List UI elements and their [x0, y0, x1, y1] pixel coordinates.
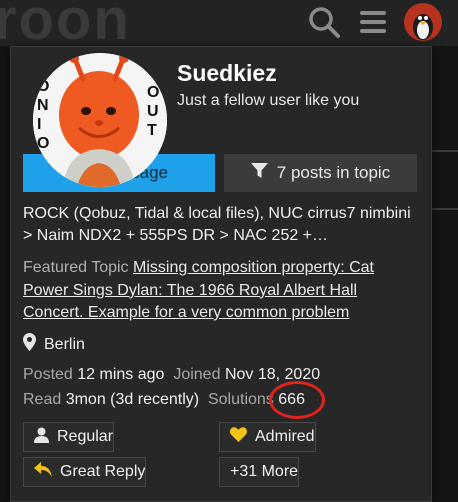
posted-label: Posted — [23, 366, 73, 383]
reply-icon — [34, 462, 52, 482]
hamburger-menu-icon[interactable] — [358, 7, 388, 42]
stats-row-reading: Read 3mon (3d recently) Solutions 666 — [23, 391, 305, 409]
badge-admired[interactable]: Admired — [219, 422, 316, 452]
filter-icon — [250, 162, 268, 184]
user-card-avatar[interactable]: ONIO OUT — [33, 53, 167, 187]
background-divider — [430, 208, 458, 210]
read-value: 3mon (3d recently) — [65, 391, 200, 408]
top-header: roon — [0, 0, 458, 52]
solutions-label: Solutions — [207, 391, 274, 408]
user-tagline: Just a fellow user like you — [177, 92, 360, 109]
badge-great-reply[interactable]: Great Reply — [23, 457, 147, 487]
read-label: Read — [23, 391, 62, 408]
map-pin-icon — [23, 333, 36, 356]
featured-topic: Featured Topic Missing composition prope… — [23, 257, 419, 325]
heart-icon — [230, 427, 247, 447]
badge-label: Admired — [255, 428, 315, 445]
stats-row-activity: Posted 12 mins ago Joined Nov 18, 2020 — [23, 366, 320, 384]
avatar-sign-left: ONIO — [37, 78, 50, 152]
username[interactable]: Suedkiez — [177, 60, 277, 87]
location-text: Berlin — [44, 335, 85, 353]
badge-more-label: +31 More — [230, 463, 299, 480]
badge-more[interactable]: +31 More — [219, 457, 300, 487]
background-divider — [430, 150, 458, 152]
joined-label: Joined — [173, 366, 221, 383]
user-avatar[interactable] — [404, 3, 442, 41]
user-bio: ROCK (Qobuz, Tidal & local files), NUC c… — [23, 205, 411, 244]
avatar-sign-right: OUT — [147, 84, 160, 139]
posted-value[interactable]: 12 mins ago — [77, 366, 164, 383]
joined-value: Nov 18, 2020 — [224, 366, 321, 383]
user-icon — [34, 427, 49, 448]
badge-label: Great Reply — [60, 463, 146, 480]
highlight-circle-annotation — [269, 381, 325, 419]
user-location: Berlin — [23, 333, 85, 356]
search-icon[interactable] — [307, 5, 341, 44]
user-card: ONIO OUT Suedkiez Just a fellow user lik… — [10, 46, 432, 502]
posts-in-topic-button[interactable]: 7 posts in topic — [224, 154, 417, 192]
badge-regular[interactable]: Regular — [23, 422, 115, 452]
badge-label: Regular — [57, 428, 114, 445]
featured-topic-label: Featured Topic — [23, 259, 129, 276]
posts-in-topic-label: 7 posts in topic — [276, 163, 391, 182]
